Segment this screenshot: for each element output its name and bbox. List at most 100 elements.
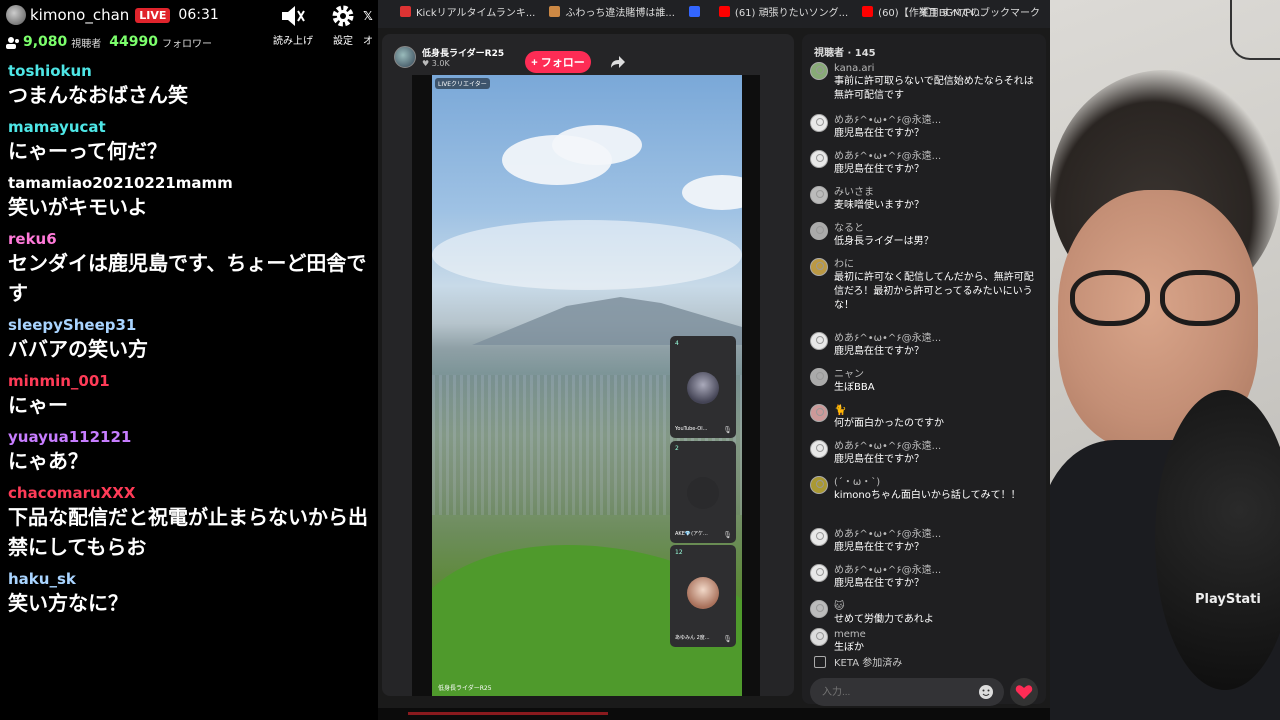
avatar[interactable]	[810, 564, 828, 582]
bookmark-item[interactable]: ふわっち違法賭博は誰...	[549, 4, 675, 19]
stream-time: 06:31	[178, 7, 219, 23]
mic-icon: 🎙	[723, 531, 732, 539]
chat-username: yuayua112121	[8, 428, 132, 446]
avatar[interactable]	[810, 600, 828, 618]
read-aloud-button[interactable]: 読み上げ	[268, 2, 318, 47]
chat-text: センダイは鹿児島です、ちょーど田舎です	[8, 251, 367, 305]
guest-count: 4	[675, 340, 679, 347]
chat-text: せめて労働力であれよ	[834, 614, 934, 625]
chat-username: chacomaruXXX	[8, 484, 136, 502]
like-button[interactable]	[1010, 678, 1038, 706]
mic-icon: 🎙	[723, 635, 732, 643]
chat-username[interactable]: めあ۶^•ω•^۶@永遠...	[834, 440, 941, 453]
share-icon[interactable]	[608, 52, 628, 72]
avatar[interactable]	[810, 114, 828, 132]
chat-username[interactable]: kana.ari	[834, 62, 1040, 75]
avatar[interactable]	[810, 368, 828, 386]
youtube-icon	[718, 5, 730, 17]
avatar[interactable]	[810, 332, 828, 350]
chat-username[interactable]: めあ۶^•ω•^۶@永遠...	[834, 332, 941, 345]
chat-username[interactable]: meme	[834, 628, 866, 641]
avatar[interactable]	[810, 186, 828, 204]
guest-tile[interactable]: 2 AKE💎(アケ... 🎙	[670, 441, 736, 543]
chat-text: 生ぼか	[834, 642, 864, 653]
chat-username[interactable]: ニャン	[834, 368, 875, 381]
chat-input[interactable]	[810, 678, 1004, 706]
chat-text: 何が面白かったのですか	[834, 418, 944, 429]
bookmarks-bar: Kickリアルタイムランキ... ふわっち違法賭博は誰... (61) 頑張りた…	[378, 0, 1050, 22]
other-button[interactable]: 𝕏 オ	[358, 2, 378, 47]
streamer-likes: ♥ 3.0K	[422, 59, 450, 68]
avatar[interactable]	[810, 258, 828, 276]
chat-text: kimonoちゃん面白いから話してみて！！	[834, 490, 1021, 501]
chat-text: 鹿児島在住ですか？	[834, 542, 924, 553]
bookmark-item[interactable]	[688, 5, 705, 17]
overlay-chat-message: tamamiao20210221mamm 笑いがキモいよ	[8, 174, 370, 222]
speaker-icon	[282, 6, 305, 26]
chat-username[interactable]: なると	[834, 222, 934, 235]
bookmark-item[interactable]: (61) 頑張りたいソング...	[718, 4, 848, 19]
chat-username[interactable]: めあ۶^•ω•^۶@永遠...	[834, 114, 941, 127]
chat-text: 鹿児島在住ですか？	[834, 578, 924, 589]
avatar[interactable]	[810, 528, 828, 546]
overlay-chat-message: yuayua112121 にゃあ？	[8, 428, 370, 476]
chat-username[interactable]: わに	[834, 258, 1040, 271]
streamer-info[interactable]: 低身長ライダーR25 ♥ 3.0K	[394, 46, 504, 68]
avatar[interactable]	[810, 222, 828, 240]
chat-message: 🐱 せめて労働力であれよ	[810, 600, 1040, 627]
follow-button[interactable]: + フォロー	[525, 51, 591, 73]
avatar[interactable]	[810, 62, 828, 80]
chat-username[interactable]: みいさま	[834, 186, 924, 199]
chat-text: 事前に許可取らないで配信始めたならそれは無許可配信です	[834, 76, 1034, 101]
streamer-avatar[interactable]	[394, 46, 416, 68]
other-label: オ	[363, 36, 373, 47]
bookmark-favicon	[688, 5, 700, 17]
overlay-chat-message: sleepySheep31 ババアの笑い方	[8, 316, 370, 364]
guest-tile[interactable]: 4 YouTube-Ol... 🎙	[670, 336, 736, 438]
chat-username[interactable]: 🐱	[834, 600, 934, 613]
avatar[interactable]	[810, 628, 828, 646]
join-icon	[814, 655, 826, 668]
chat-text: 生ぼBBA	[834, 382, 875, 393]
overlay-chat-message: haku_sk 笑い方なに？	[8, 570, 370, 618]
chat-username[interactable]: めあ۶^•ω•^۶@永遠...	[834, 564, 941, 577]
chat-username[interactable]: (´・ω・`)	[834, 476, 1021, 489]
guest-avatar	[687, 372, 719, 404]
chat-message: めあ۶^•ω•^۶@永遠... 鹿児島在住ですか？	[810, 564, 1040, 591]
video-player[interactable]: LIVEクリエイター 低身長ライダーR25 4 YouTube-Ol... 🎙 …	[412, 75, 760, 696]
avatar[interactable]	[810, 150, 828, 168]
viewers-header[interactable]: 視聴者 · 145	[814, 44, 876, 59]
guest-name: AKE💎(アケ...	[675, 531, 708, 537]
chat-username[interactable]: めあ۶^•ω•^۶@永遠...	[834, 150, 941, 163]
guest-avatar	[687, 477, 719, 509]
chat-message: kana.ari 事前に許可取らないで配信始めたならそれは無許可配信です	[810, 62, 1040, 103]
avatar[interactable]	[810, 476, 828, 494]
bookmark-item[interactable]: Kickリアルタイムランキ...	[400, 4, 535, 19]
live-creator-tag: LIVEクリエイター	[435, 78, 490, 89]
emoji-icon[interactable]	[978, 684, 994, 700]
chat-username: tamamiao20210221mamm	[8, 174, 233, 192]
overlay-chat-message: toshiokun つまんなおばさん笑	[8, 62, 370, 110]
likes-count: 3.0K	[431, 59, 450, 68]
chat-username: mamayucat	[8, 118, 106, 136]
viewer-count: 9,080	[23, 34, 68, 50]
overlay-chat-message: minmin_001 にゃー	[8, 372, 370, 420]
all-bookmarks-button[interactable]: すべてのブックマーク	[924, 4, 1040, 19]
tiktok-live-page: 低身長ライダーR25 ♥ 3.0K + フォロー LIVEクリエイター 低身長ラ…	[378, 28, 1050, 708]
chat-username: sleepySheep31	[8, 316, 137, 334]
guest-name: あゆみん 2度...	[675, 635, 710, 641]
avatar[interactable]	[810, 440, 828, 458]
live-badge: LIVE	[135, 7, 171, 23]
chat-message: わに 最初に許可なく配信してんだから、無許可配信だろ！最初から許可とってるみたいに…	[810, 258, 1040, 313]
joined-text: KETA 参加済み	[834, 658, 903, 669]
chat-username[interactable]: 🐈	[834, 404, 944, 417]
avatar[interactable]	[810, 404, 828, 422]
chat-username[interactable]: めあ۶^•ω•^۶@永遠...	[834, 528, 941, 541]
bookmark-favicon	[549, 5, 561, 17]
chat-text: にゃー	[8, 393, 68, 417]
chat-username: minmin_001	[8, 372, 110, 390]
guest-tile[interactable]: 12 あゆみん 2度... 🎙	[670, 545, 736, 647]
chat-message: めあ۶^•ω•^۶@永遠... 鹿児島在住ですか？	[810, 528, 1040, 555]
chat-text: 笑い方なに？	[8, 591, 128, 615]
gear-icon	[332, 5, 354, 27]
